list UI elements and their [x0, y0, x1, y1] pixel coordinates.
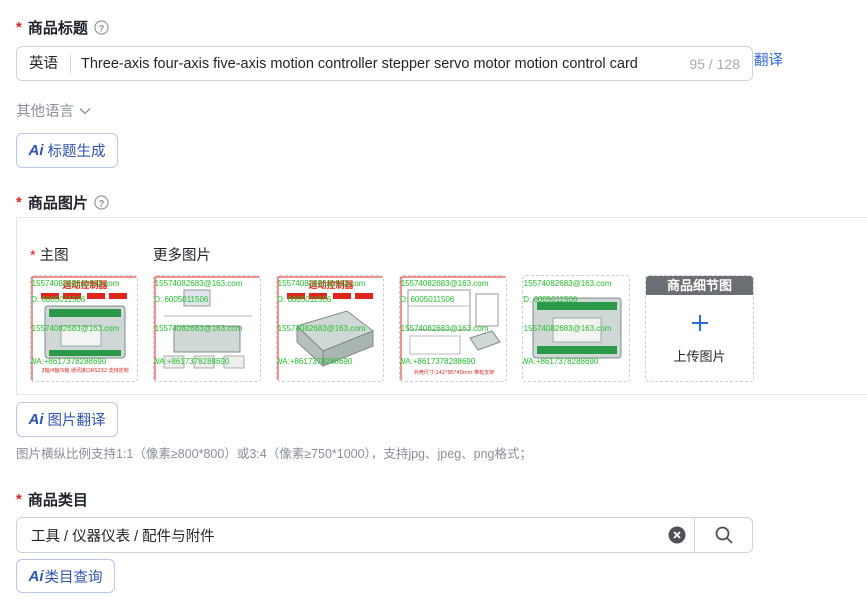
category-label: 商品类目 [27, 492, 88, 509]
title-input[interactable]: 英语 Three-axis four-axis five-axis motion… [16, 46, 753, 81]
required-mark: * [16, 19, 22, 36]
svg-text:?: ? [99, 198, 105, 208]
watermark-text: WA:+8617378288690 [400, 357, 476, 366]
required-mark: * [30, 248, 36, 264]
required-mark: * [16, 194, 22, 211]
watermark-text: r15574082683@163.com [400, 324, 489, 333]
required-mark: * [16, 491, 22, 508]
watermark-text: ID: 6005011506 [523, 295, 578, 304]
watermark-text: r15574082683@163.com [400, 279, 489, 288]
watermark-text: ID: 6005011506 [277, 295, 332, 304]
help-icon[interactable]: ? [94, 195, 109, 210]
category-search-button[interactable] [694, 518, 752, 552]
clear-icon[interactable] [668, 526, 686, 544]
watermark-text: ID: 6005011506 [154, 295, 209, 304]
other-languages-toggle[interactable]: 其他语言 [16, 100, 91, 121]
char-counter: 95 / 128 [689, 55, 740, 72]
watermark-text: r15574082683@163.com [154, 324, 243, 333]
image-label: 商品图片 [27, 195, 88, 212]
main-image-text: 主图 [39, 248, 69, 264]
ai-icon: Ai [28, 567, 44, 585]
ai-category-query-button[interactable]: Ai 类目查询 [16, 559, 115, 593]
watermark-text: ID: 6005011506 [400, 295, 455, 304]
watermark-text: WA:+8617378288690 [31, 357, 107, 366]
title-label: 商品标题 [27, 20, 88, 37]
product-thumbnail-4[interactable]: 外壳尺寸:142*95*40mm 带有支架 r15574082683@163.c… [399, 275, 507, 382]
ai-title-generate-button[interactable]: Ai 标题生成 [16, 133, 118, 168]
language-tag[interactable]: 英语 [17, 54, 71, 73]
watermark-text: r15574082683@163.com [523, 324, 612, 333]
upload-image-label: 上传图片 [673, 349, 726, 364]
chevron-down-icon [74, 103, 91, 119]
image-section-label: * 商品图片 ? [16, 192, 109, 213]
watermark-text: ID: 6005011506 [31, 295, 86, 304]
translate-link[interactable]: 翻译 [754, 49, 783, 70]
ai-title-generate-label: 标题生成 [47, 144, 106, 160]
watermark-text: r15574082683@163.com [277, 324, 366, 333]
watermark-text: WA:+8617378288690 [154, 357, 230, 366]
watermark-text: r15574082683@163.com [31, 279, 120, 288]
product-thumbnail-1[interactable]: 运动控制器 3轴/4轴/5轴 通讯接口RS232 支持定制 r155740826… [30, 275, 138, 382]
help-icon[interactable]: ? [94, 20, 109, 35]
main-image-label: * 主图 [30, 244, 69, 265]
category-section-label: * 商品类目 [16, 489, 88, 510]
watermark-text: r15574082683@163.com [277, 279, 366, 288]
svg-text:外壳尺寸:142*95*40mm 带有支架: 外壳尺寸:142*95*40mm 带有支架 [414, 369, 494, 376]
title-section-label: * 商品标题 ? [16, 17, 109, 38]
watermark-text: r15574082683@163.com [523, 279, 612, 288]
ai-image-translate-button[interactable]: Ai 图片翻译 [16, 402, 118, 437]
more-images-label: 更多图片 [153, 248, 211, 264]
svg-text:3轴/4轴/5轴 通讯接口RS232 支持定制: 3轴/4轴/5轴 通讯接口RS232 支持定制 [41, 367, 128, 374]
category-value[interactable]: 工具 / 仪器仪表 / 配件与附件 [17, 525, 668, 546]
plus-icon [646, 313, 753, 338]
ai-category-query-label: 类目查询 [44, 569, 103, 586]
ai-icon: Ai [28, 142, 44, 159]
svg-text:?: ? [99, 23, 105, 33]
image-format-hint: 图片横纵比例支持1:1（像素≥800*800）或3:4（像素≥750*1000）… [16, 447, 532, 461]
watermark-text: r15574082683@163.com [154, 279, 243, 288]
detail-image-header: 商品细节图 [646, 276, 753, 295]
category-input[interactable]: 工具 / 仪器仪表 / 配件与附件 [16, 517, 753, 553]
other-languages-label: 其他语言 [16, 104, 74, 120]
title-value[interactable]: Three-axis four-axis five-axis motion co… [71, 56, 689, 72]
watermark-text: r15574082683@163.com [31, 324, 120, 333]
ai-image-translate-label: 图片翻译 [47, 413, 106, 429]
product-thumbnail-3[interactable]: 运动控制器 r15574082683@163.com ID: 600501150… [276, 275, 384, 382]
search-icon [715, 526, 733, 544]
watermark-text: WA:+8617378288690 [523, 357, 599, 366]
watermark-text: WA:+8617378288690 [277, 357, 353, 366]
detail-image-upload[interactable]: 商品细节图 上传图片 [645, 275, 754, 382]
product-thumbnail-5[interactable]: r15574082683@163.com ID: 6005011506 r155… [522, 275, 630, 382]
product-thumbnail-2[interactable]: r15574082683@163.com ID: 6005011506 r155… [153, 275, 261, 382]
ai-icon: Ai [28, 411, 44, 428]
